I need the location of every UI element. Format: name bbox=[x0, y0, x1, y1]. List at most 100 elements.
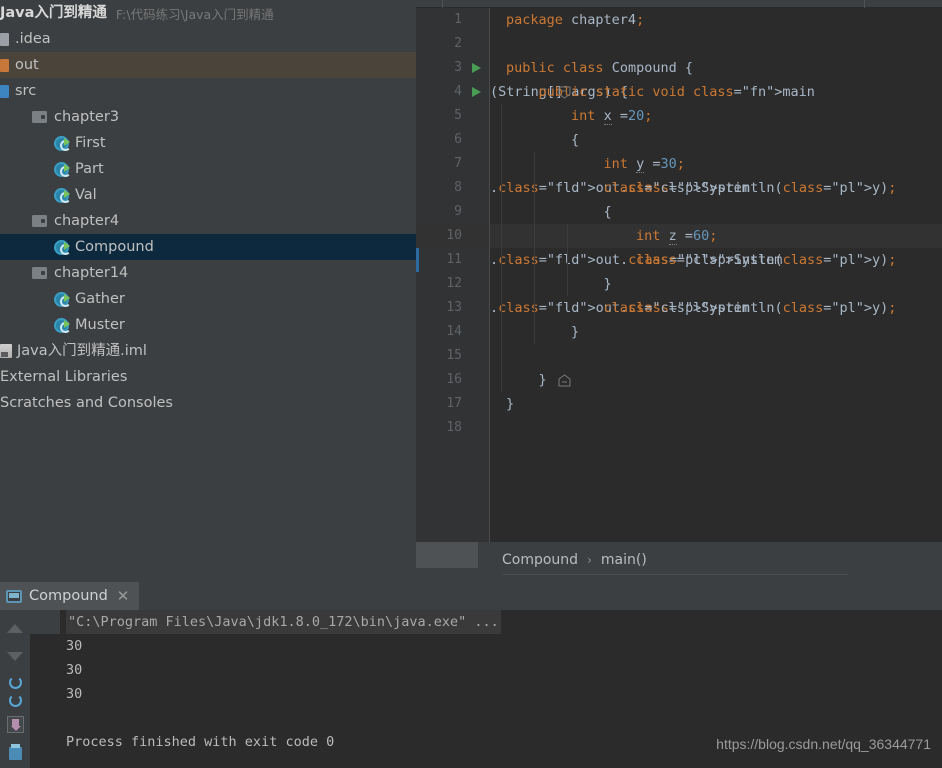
code-line-11[interactable]: class="cls">System .class="fld">out.class… bbox=[490, 248, 942, 272]
tree-item-compound[interactable]: Compound bbox=[0, 234, 416, 260]
code-line-16[interactable]: } bbox=[490, 368, 942, 392]
folder-icon bbox=[32, 111, 47, 123]
code-line-13[interactable]: class="cls">System .class="fld">out.class… bbox=[490, 296, 942, 320]
tree-item-part[interactable]: Part bbox=[0, 156, 416, 182]
tree-item-label: chapter4 bbox=[54, 212, 120, 229]
code-line-18[interactable] bbox=[490, 416, 942, 440]
gutter-line-11[interactable]: 11 bbox=[416, 248, 490, 272]
code-line-6[interactable]: { bbox=[490, 128, 942, 152]
line-number: 5 bbox=[454, 108, 462, 123]
tree-item-gather[interactable]: Gather bbox=[0, 286, 416, 312]
code-text: } bbox=[506, 324, 580, 340]
tree-item-chapter14[interactable]: chapter14 bbox=[0, 260, 416, 286]
run-tab-bar[interactable]: Compound ✕ bbox=[0, 582, 942, 610]
code-line-3[interactable]: public class Compound { bbox=[490, 56, 942, 80]
code-line-12[interactable]: } bbox=[490, 272, 942, 296]
run-tool-window: Compound ✕ "C:\Program Files\Java\jdk1.8… bbox=[0, 577, 942, 768]
gutter-line-8[interactable]: 8 bbox=[416, 176, 490, 200]
tree-item-label: Compound bbox=[75, 238, 154, 255]
code-line-1[interactable]: package chapter4; bbox=[490, 8, 942, 32]
gutter-line-12[interactable]: 12 bbox=[416, 272, 490, 296]
project-tree[interactable]: Java入门到精通 F:\代码练习\Java入门到精通 .idea out src cha… bbox=[0, 0, 416, 416]
tree-item-first[interactable]: First bbox=[0, 130, 416, 156]
gutter-line-16[interactable]: 16 bbox=[416, 368, 490, 392]
code-line-9[interactable]: { bbox=[490, 200, 942, 224]
gutter-line-3[interactable]: 3 bbox=[416, 56, 490, 80]
code-line-10[interactable]: int z =60; bbox=[490, 224, 942, 248]
gutter-line-1[interactable]: 1 bbox=[416, 8, 490, 32]
run-tab-compound[interactable]: Compound ✕ bbox=[0, 582, 140, 610]
editor-gutter[interactable]: 1 2 3 4 5 6 7 8 9 10 11 12 13 14 15 16 17 18 bbox=[416, 8, 490, 542]
line-number: 6 bbox=[454, 132, 462, 147]
tree-item-label: .idea bbox=[15, 30, 51, 47]
tree-item-label: Val bbox=[75, 186, 97, 203]
code-text: int y =30; bbox=[603, 156, 685, 173]
tree-item-idea[interactable]: .idea bbox=[0, 26, 416, 52]
print-icon[interactable] bbox=[4, 743, 26, 765]
code-text: public class Compound { bbox=[506, 60, 693, 76]
tree-item-muster[interactable]: Muster bbox=[0, 312, 416, 338]
fold-collapse-icon[interactable] bbox=[558, 86, 571, 99]
editor-body[interactable]: 1 2 3 4 5 6 7 8 9 10 11 12 13 14 15 16 17 18 package chap… bbox=[416, 8, 942, 542]
console-toolbar[interactable] bbox=[0, 610, 30, 768]
breadcrumb-class[interactable]: Compound bbox=[502, 552, 578, 568]
run-gutter-icon[interactable] bbox=[472, 87, 481, 97]
code-text: int z =60; bbox=[636, 228, 718, 245]
gutter-line-2[interactable]: 2 bbox=[416, 32, 490, 56]
code-text: } bbox=[506, 372, 547, 388]
code-line-7[interactable]: int y =30; bbox=[490, 152, 942, 176]
gutter-line-14[interactable]: 14 bbox=[416, 320, 490, 344]
code-line-2[interactable] bbox=[490, 32, 942, 56]
project-tool-window[interactable]: Java入门到精通 F:\代码练习\Java入门到精通 .idea out src cha… bbox=[0, 0, 416, 577]
gutter-line-7[interactable]: 7 bbox=[416, 152, 490, 176]
tree-item-chapter3[interactable]: chapter3 bbox=[0, 104, 416, 130]
gutter-line-18[interactable]: 18 bbox=[416, 416, 490, 440]
line-number: 7 bbox=[454, 156, 462, 171]
java-class-icon bbox=[54, 291, 71, 307]
code-text-area[interactable]: package chapter4; public class Compound {… bbox=[490, 8, 942, 542]
tree-item-src[interactable]: src bbox=[0, 78, 416, 104]
tree-item-java-iml[interactable]: Java入门到精通.iml bbox=[0, 338, 416, 364]
code-line-14[interactable]: } bbox=[490, 320, 942, 344]
scroll-down-icon[interactable] bbox=[4, 646, 26, 668]
breadcrumb-method[interactable]: main() bbox=[601, 552, 647, 568]
java-class-icon bbox=[54, 317, 71, 333]
breadcrumb-underline bbox=[502, 574, 848, 575]
tree-item-out[interactable]: out bbox=[0, 52, 416, 78]
editor-tab-strip[interactable] bbox=[416, 0, 942, 8]
tree-item-label: Part bbox=[75, 160, 104, 177]
gutter-line-4[interactable]: 4 bbox=[416, 80, 490, 104]
breadcrumb[interactable]: Compound › main() bbox=[416, 542, 942, 577]
gutter-line-13[interactable]: 13 bbox=[416, 296, 490, 320]
rerun-failed-icon[interactable] bbox=[4, 690, 26, 712]
gutter-line-5[interactable]: 5 bbox=[416, 104, 490, 128]
line-number: 2 bbox=[454, 36, 462, 51]
gutter-line-17[interactable]: 17 bbox=[416, 392, 490, 416]
tree-item-val[interactable]: Val bbox=[0, 182, 416, 208]
tree-item-label: out bbox=[15, 56, 39, 73]
gutter-line-9[interactable]: 9 bbox=[416, 200, 490, 224]
gutter-line-6[interactable]: 6 bbox=[416, 128, 490, 152]
soft-wrap-icon[interactable] bbox=[4, 713, 26, 735]
fold-end-icon[interactable] bbox=[558, 374, 571, 387]
code-text: class="cls">System bbox=[603, 300, 750, 316]
scroll-up-icon[interactable] bbox=[4, 618, 26, 640]
code-line-5[interactable]: int x =20; bbox=[490, 104, 942, 128]
gutter-line-10[interactable]: 10 bbox=[416, 224, 490, 248]
line-number: 10 bbox=[446, 228, 462, 243]
gutter-line-15[interactable]: 15 bbox=[416, 344, 490, 368]
tree-item-scratches-and-consoles[interactable]: Scratches and Consoles bbox=[0, 390, 416, 416]
module-orange-icon bbox=[0, 58, 9, 72]
code-line-17[interactable]: } bbox=[490, 392, 942, 416]
code-text: public static void class="fn">main bbox=[538, 84, 815, 100]
code-line-8[interactable]: class="cls">System .class="fld">out.class… bbox=[490, 176, 942, 200]
tree-item-chapter4[interactable]: chapter4 bbox=[0, 208, 416, 234]
run-gutter-icon[interactable] bbox=[472, 63, 481, 73]
line-number: 13 bbox=[446, 300, 462, 315]
code-line-4[interactable]: public static void class="fn">main (Strin… bbox=[490, 80, 942, 104]
code-text: } bbox=[506, 396, 515, 412]
tree-item-external-libraries[interactable]: External Libraries bbox=[0, 364, 416, 390]
close-icon[interactable]: ✕ bbox=[117, 588, 130, 604]
code-line-15[interactable] bbox=[490, 344, 942, 368]
project-root-row[interactable]: Java入门到精通 F:\代码练习\Java入门到精通 bbox=[0, 0, 416, 26]
